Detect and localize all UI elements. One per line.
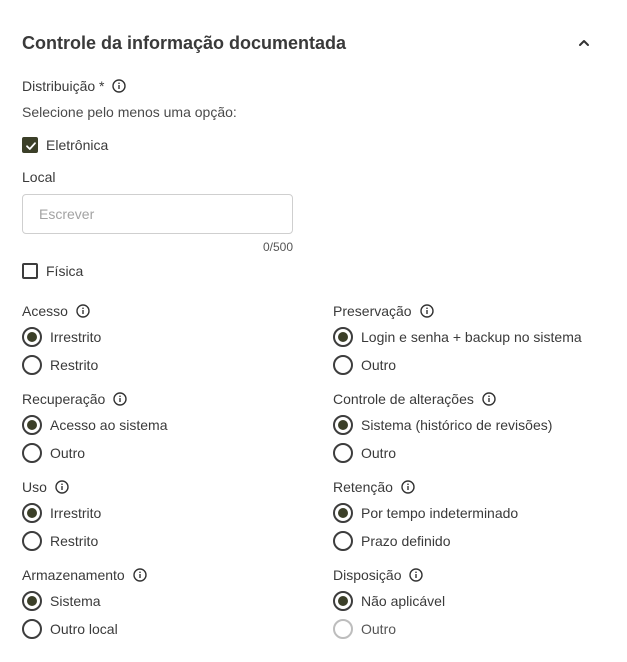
- radio-button[interactable]: [22, 355, 42, 375]
- local-label: Local: [22, 169, 55, 185]
- radio-preservacao-outro[interactable]: Outro: [333, 355, 396, 375]
- radio-label: Sistema: [50, 593, 101, 609]
- chevron-up-icon: [579, 40, 589, 46]
- radio-label: Outro: [361, 357, 397, 373]
- radio-armazenamento-outro-local[interactable]: Outro local: [22, 619, 118, 639]
- recuperacao-label: Recuperação: [22, 391, 127, 407]
- radio-label: Por tempo indeterminado: [361, 505, 519, 521]
- radio-disposicao-outro[interactable]: Outro: [333, 619, 396, 639]
- armazenamento-label-text: Armazenamento: [22, 567, 125, 583]
- radio-label: Outro: [361, 445, 397, 461]
- info-icon[interactable]: [113, 392, 127, 406]
- checkbox-electronic-label: Eletrônica: [46, 137, 109, 153]
- radio-label: Acesso ao sistema: [50, 417, 168, 433]
- distribution-label-text: Distribuição *: [22, 78, 105, 94]
- uso-label-text: Uso: [22, 479, 47, 495]
- disposicao-label: Disposição: [333, 567, 424, 583]
- info-icon[interactable]: [419, 304, 434, 318]
- radio-recuperacao-acesso[interactable]: Acesso ao sistema: [22, 415, 168, 435]
- info-icon[interactable]: [409, 568, 424, 582]
- radio-button[interactable]: [333, 415, 353, 435]
- radio-acesso-irrestrito[interactable]: Irrestrito: [22, 327, 101, 347]
- preservacao-label-text: Preservação: [333, 303, 412, 319]
- radio-label: Sistema (histórico de revisões): [361, 417, 553, 433]
- checkbox-electronic-box[interactable]: [22, 137, 38, 153]
- radio-label: Outro: [361, 621, 397, 637]
- radio-button[interactable]: [333, 355, 353, 375]
- radio-button[interactable]: [333, 591, 353, 611]
- radio-button[interactable]: [22, 619, 42, 639]
- radio-button[interactable]: [333, 503, 353, 523]
- uso-label: Uso: [22, 479, 69, 495]
- radio-button[interactable]: [333, 619, 353, 639]
- disposicao-label-text: Disposição: [333, 567, 402, 583]
- radio-controle-sistema[interactable]: Sistema (histórico de revisões): [333, 415, 552, 435]
- radio-button[interactable]: [333, 327, 353, 347]
- radio-label: Restrito: [50, 533, 99, 549]
- radio-label: Restrito: [50, 357, 99, 373]
- checkbox-electronic[interactable]: Eletrônica: [22, 137, 108, 153]
- info-icon[interactable]: [112, 79, 127, 93]
- info-icon[interactable]: [76, 304, 90, 318]
- radio-label: Outro local: [50, 621, 118, 637]
- radio-button[interactable]: [333, 443, 353, 463]
- radio-uso-restrito[interactable]: Restrito: [22, 531, 98, 551]
- radio-disposicao-nao-aplicavel[interactable]: Não aplicável: [333, 591, 445, 611]
- radio-button[interactable]: [22, 591, 42, 611]
- distribution-helper: Selecione pelo menos uma opção:: [22, 104, 237, 120]
- radio-label: Prazo definido: [361, 533, 451, 549]
- radio-button[interactable]: [22, 443, 42, 463]
- controle-label-text: Controle de alterações: [333, 391, 474, 407]
- info-icon[interactable]: [401, 480, 415, 494]
- distribution-label: Distribuição *: [22, 78, 127, 94]
- radio-label: Não aplicável: [361, 593, 446, 609]
- radio-label: Irrestrito: [50, 505, 102, 521]
- armazenamento-label: Armazenamento: [22, 567, 147, 583]
- local-label-text: Local: [22, 169, 56, 185]
- checkbox-physical-box[interactable]: [22, 263, 38, 279]
- radio-button[interactable]: [22, 531, 42, 551]
- controle-label: Controle de alterações: [333, 391, 496, 407]
- recuperacao-label-text: Recuperação: [22, 391, 106, 407]
- collapse-button[interactable]: [574, 33, 594, 53]
- radio-label: Irrestrito: [50, 329, 102, 345]
- info-icon[interactable]: [482, 392, 496, 406]
- radio-button[interactable]: [22, 327, 42, 347]
- check-icon: [26, 142, 36, 150]
- radio-controle-outro[interactable]: Outro: [333, 443, 396, 463]
- radio-button[interactable]: [22, 415, 42, 435]
- radio-recuperacao-outro[interactable]: Outro: [22, 443, 85, 463]
- retencao-label-text: Retenção: [333, 479, 393, 495]
- local-input[interactable]: [22, 194, 293, 234]
- radio-preservacao-login[interactable]: Login e senha + backup no sistema: [333, 327, 582, 347]
- checkbox-physical[interactable]: Física: [22, 263, 83, 279]
- radio-uso-irrestrito[interactable]: Irrestrito: [22, 503, 101, 523]
- local-char-counter: 0/500: [262, 240, 293, 254]
- radio-retencao-indeterminado[interactable]: Por tempo indeterminado: [333, 503, 518, 523]
- section-title: Controle da informação documentada: [22, 33, 347, 53]
- radio-button[interactable]: [333, 531, 353, 551]
- radio-label: Login e senha + backup no sistema: [361, 329, 582, 345]
- radio-retencao-prazo[interactable]: Prazo definido: [333, 531, 451, 551]
- preservacao-label: Preservação: [333, 303, 434, 319]
- checkbox-physical-label: Física: [46, 263, 84, 279]
- info-icon[interactable]: [55, 480, 69, 494]
- radio-armazenamento-sistema[interactable]: Sistema: [22, 591, 101, 611]
- radio-acesso-restrito[interactable]: Restrito: [22, 355, 98, 375]
- acesso-label: Acesso: [22, 303, 90, 319]
- radio-button[interactable]: [22, 503, 42, 523]
- retencao-label: Retenção: [333, 479, 415, 495]
- radio-label: Outro: [50, 445, 86, 461]
- section-header: Controle da informação documentada: [22, 31, 602, 55]
- info-icon[interactable]: [133, 568, 147, 582]
- acesso-label-text: Acesso: [22, 303, 68, 319]
